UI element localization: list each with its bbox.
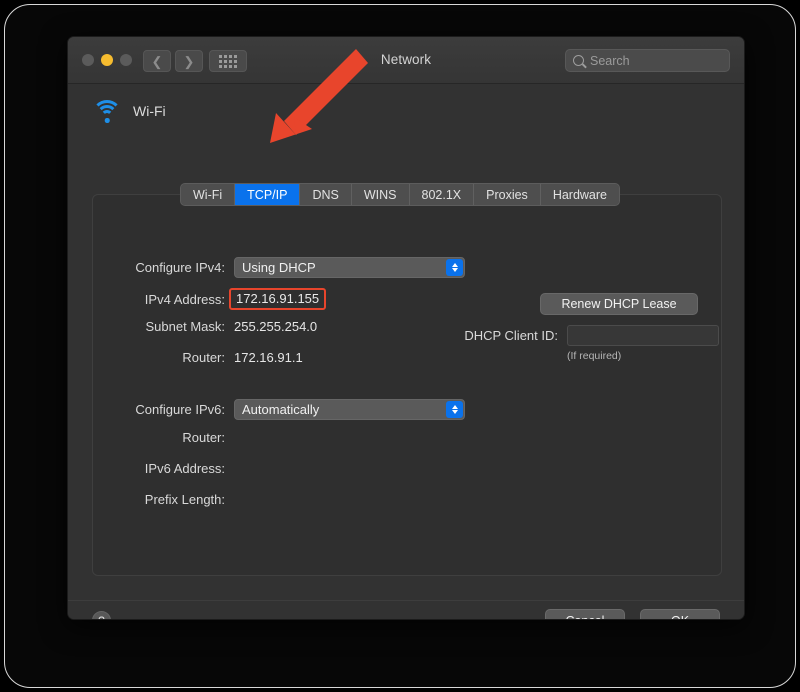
configure-ipv4-label: Configure IPv4:	[135, 260, 225, 275]
ipv4-address-value: 172.16.91.155	[229, 288, 327, 310]
ipv4-router-row: Router: 172.16.91.1	[113, 350, 303, 365]
tab-hardware[interactable]: Hardware	[540, 184, 619, 205]
chevron-updown-icon[interactable]	[446, 259, 463, 276]
subnet-mask-label: Subnet Mask:	[145, 319, 226, 334]
cancel-button[interactable]: Cancel	[545, 609, 625, 619]
desktop-backdrop: ❮ ❯ Network Search Wi-Fi Wi-Fi TCP/IP DN…	[4, 4, 796, 688]
dhcp-client-id-label: DHCP Client ID:	[464, 328, 558, 343]
ipv4-address-row: IPv4 Address: 172.16.91.155	[113, 288, 327, 310]
wifi-icon	[92, 100, 122, 123]
configure-ipv6-label: Configure IPv6:	[135, 402, 225, 417]
service-header: Wi-Fi	[92, 100, 166, 123]
help-button[interactable]: ?	[92, 611, 111, 619]
ipv6-router-label: Router:	[182, 430, 225, 445]
tab-wins[interactable]: WINS	[351, 184, 410, 205]
search-field[interactable]	[565, 49, 730, 72]
tab-bar: Wi-Fi TCP/IP DNS WINS 802.1X Proxies Har…	[180, 183, 620, 206]
search-icon	[573, 55, 584, 66]
tab-proxies[interactable]: Proxies	[474, 184, 541, 205]
search-input[interactable]	[590, 53, 720, 68]
tcpip-panel: Configure IPv4: Using DHCP IPv4 Address:…	[92, 194, 722, 576]
subnet-mask-row: Subnet Mask: 255.255.254.0	[113, 319, 318, 334]
dhcp-client-id-hint: (If required)	[567, 350, 622, 362]
network-preferences-window: ❮ ❯ Network Search Wi-Fi Wi-Fi TCP/IP DN…	[67, 36, 745, 620]
prefix-length-label: Prefix Length:	[144, 492, 225, 507]
configure-ipv6-row: Configure IPv6: Automatically	[113, 399, 465, 420]
tab-wifi[interactable]: Wi-Fi	[181, 184, 236, 205]
ok-button[interactable]: OK	[640, 609, 720, 619]
configure-ipv4-value: Using DHCP	[242, 260, 316, 275]
ipv6-address-label: IPv6 Address:	[144, 461, 225, 476]
prefix-length-row: Prefix Length:	[113, 492, 234, 507]
dhcp-client-id-input[interactable]	[567, 325, 719, 346]
footer-divider	[68, 600, 744, 601]
subnet-mask-value: 255.255.254.0	[234, 319, 318, 334]
chevron-updown-icon[interactable]	[446, 401, 463, 418]
ipv6-router-row: Router:	[113, 430, 234, 445]
window-body: Wi-Fi Wi-Fi TCP/IP DNS WINS 802.1X Proxi…	[68, 84, 744, 619]
tab-dns[interactable]: DNS	[300, 184, 352, 205]
configure-ipv6-value: Automatically	[242, 402, 320, 417]
ipv4-router-value: 172.16.91.1	[234, 350, 303, 365]
configure-ipv4-row: Configure IPv4: Using DHCP	[113, 257, 465, 278]
window-toolbar: ❮ ❯ Network	[68, 37, 744, 84]
tab-8021x[interactable]: 802.1X	[409, 184, 475, 205]
renew-dhcp-lease-button[interactable]: Renew DHCP Lease	[540, 293, 698, 315]
ipv4-router-label: Router:	[182, 350, 225, 365]
ipv6-address-row: IPv6 Address:	[113, 461, 234, 476]
dhcp-client-id-row: DHCP Client ID:	[433, 325, 719, 346]
configure-ipv6-select[interactable]: Automatically	[234, 399, 465, 420]
configure-ipv4-select[interactable]: Using DHCP	[234, 257, 465, 278]
ipv4-address-label: IPv4 Address:	[144, 291, 225, 307]
tab-tcpip[interactable]: TCP/IP	[235, 184, 301, 205]
service-name: Wi-Fi	[133, 103, 166, 119]
